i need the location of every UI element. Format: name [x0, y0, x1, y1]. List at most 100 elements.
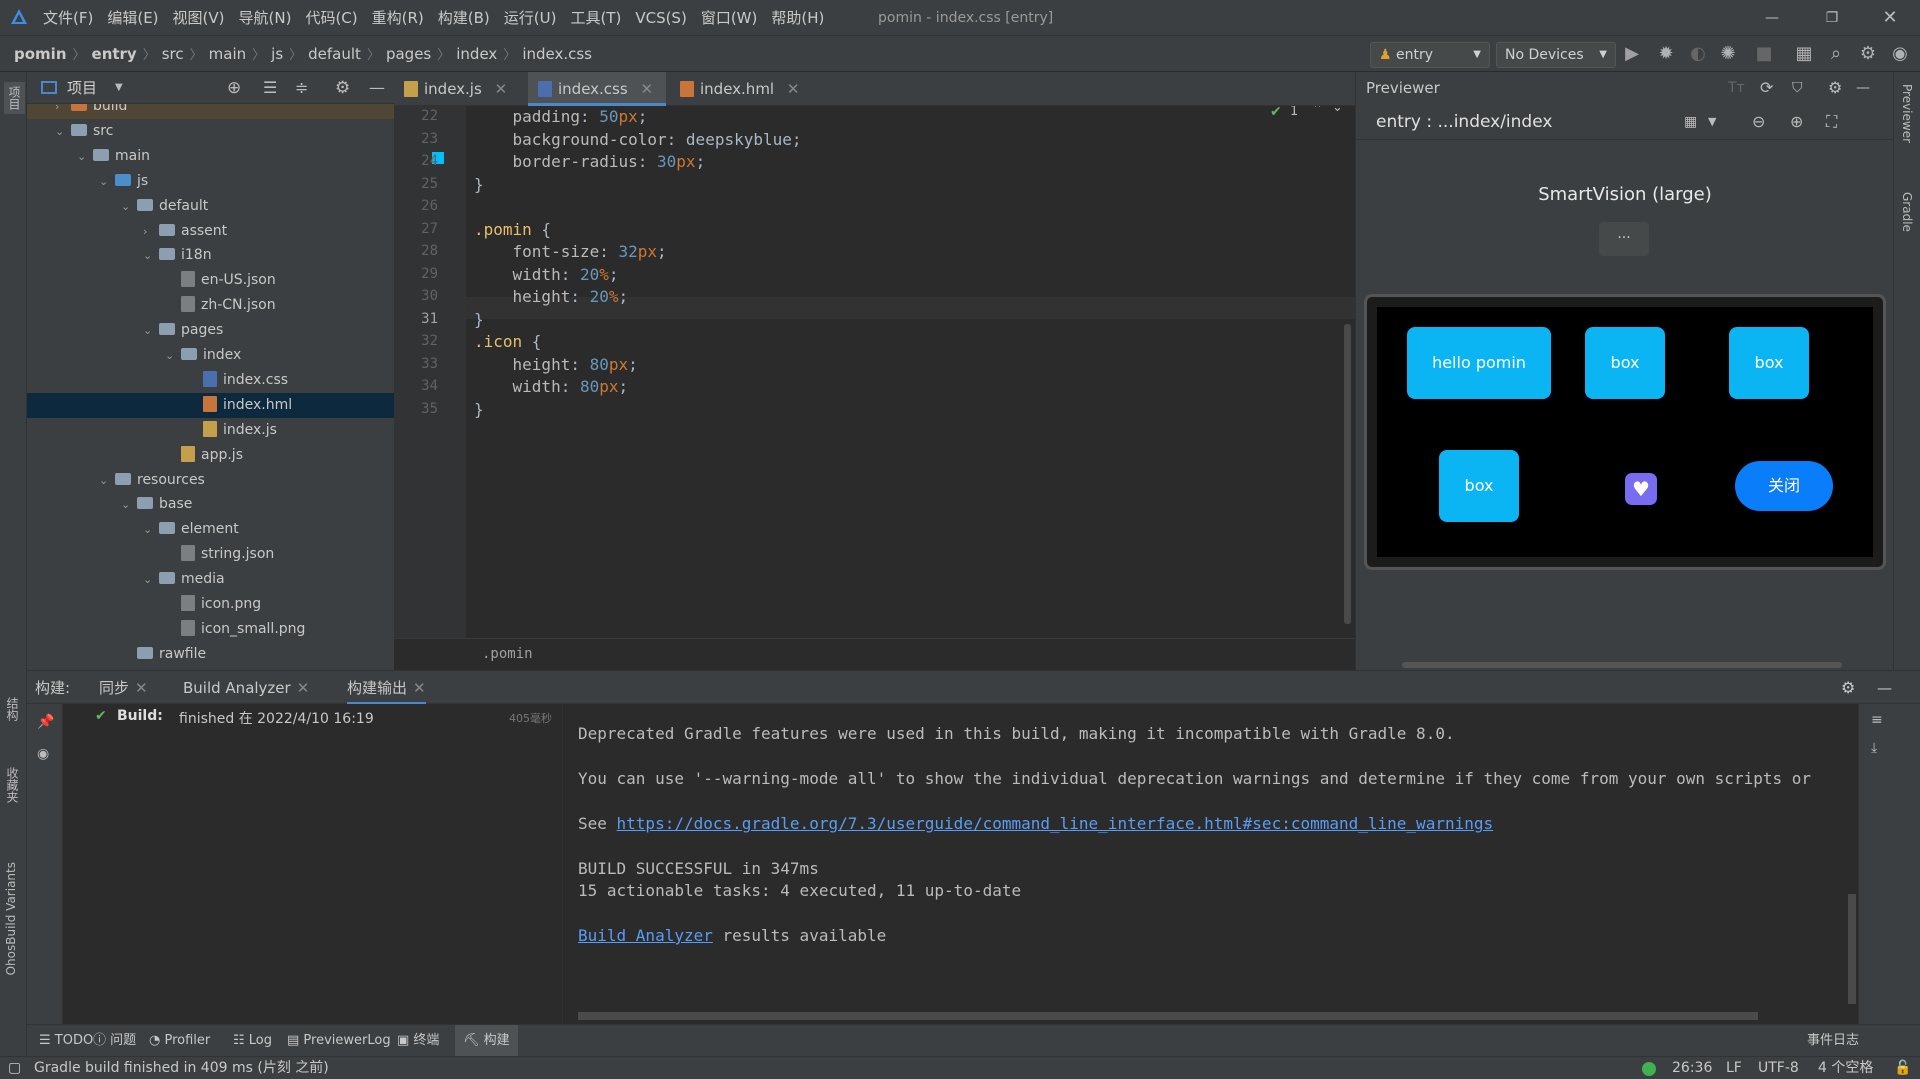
breadcrumb-item[interactable]: js [271, 36, 283, 72]
tree-item[interactable]: › build [27, 104, 394, 119]
breadcrumb-item[interactable]: main [209, 36, 246, 72]
code-breadcrumb-item[interactable]: .pomin [482, 639, 533, 669]
expand-all-icon[interactable]: ☰ [263, 72, 277, 104]
gear-icon[interactable]: ⚙ [335, 72, 350, 104]
menu-item[interactable]: 构建(B) [431, 0, 497, 36]
tree-item[interactable]: ⌄ element [27, 517, 394, 542]
eye-icon[interactable]: ◉ [37, 746, 49, 762]
close-tab-icon[interactable]: ✕ [640, 80, 653, 98]
tool-window-log[interactable]: ☷ Log [233, 1025, 272, 1057]
zoom-in-icon[interactable]: ⊕ [1790, 104, 1803, 140]
tool-window-problems[interactable]: ⓘ 问题 [93, 1025, 136, 1057]
next-issue-icon[interactable]: ⌄ [1332, 106, 1343, 115]
breadcrumb-item[interactable]: entry [92, 36, 137, 72]
refresh-icon[interactable]: ⟳ [1760, 72, 1773, 104]
previous-issue-icon[interactable]: ⌃ [1312, 106, 1323, 117]
pin-icon[interactable]: 📌 [37, 714, 54, 730]
event-log-button[interactable]: 事件日志 [1807, 1025, 1859, 1057]
menu-item[interactable]: 代码(C) [298, 0, 364, 36]
zoom-out-icon[interactable]: ⊖ [1752, 104, 1765, 140]
account-icon[interactable]: ◉ [1888, 42, 1912, 66]
tree-item[interactable]: en-US.json [27, 268, 394, 293]
tree-item[interactable]: ⌄ js [27, 169, 394, 194]
restore-button[interactable]: ❐ [1820, 0, 1844, 36]
lock-icon[interactable]: 🔓 [1894, 1057, 1911, 1079]
build-variants-stripe-tab[interactable]: OhosBuild Variants [4, 862, 18, 975]
tree-item[interactable]: ⌄ src [27, 119, 394, 144]
tool-window-todo[interactable]: ☰ TODO [39, 1025, 93, 1057]
tree-item[interactable]: index.css [27, 368, 394, 393]
text-size-icon[interactable]: Tт [1728, 72, 1745, 104]
tree-item[interactable]: ⌄ pages [27, 318, 394, 343]
preview-box-1[interactable]: box [1585, 327, 1665, 399]
line-separator[interactable]: LF [1726, 1057, 1742, 1079]
menu-item[interactable]: 视图(V) [166, 0, 232, 36]
close-tab-icon[interactable]: ✕ [135, 679, 148, 697]
soft-wrap-icon[interactable]: ≡ [1871, 712, 1883, 728]
expand-arrow-icon[interactable]: ⌄ [77, 144, 93, 169]
indent-setting[interactable]: 4 个空格 [1818, 1057, 1873, 1079]
expand-arrow-icon[interactable]: › [143, 219, 159, 244]
tree-item[interactable]: rawfile [27, 642, 394, 667]
expand-arrow-icon[interactable]: › [55, 104, 71, 119]
gear-icon[interactable]: ⚙ [1828, 72, 1842, 104]
tree-item[interactable]: ⌄ i18n [27, 243, 394, 268]
attach-debugger-icon[interactable]: ✺ [1716, 42, 1740, 66]
gradle-stripe-tab[interactable]: Gradle [1900, 192, 1914, 232]
tree-item[interactable]: app.js [27, 443, 394, 468]
tree-item[interactable]: index.hml [27, 392, 394, 418]
profile-icon[interactable]: ◐ [1686, 42, 1710, 66]
tree-item[interactable]: ⌄ media [27, 567, 394, 592]
console-link[interactable]: https://docs.gradle.org/7.3/userguide/co… [617, 814, 1494, 833]
menu-item[interactable]: 编辑(E) [100, 0, 165, 36]
console-scrollbar[interactable] [1848, 894, 1856, 1004]
favorites-stripe-tab[interactable]: 收藏夹 [4, 767, 21, 803]
console-hscrollbar[interactable] [578, 1012, 1758, 1020]
file-encoding[interactable]: UTF-8 [1758, 1057, 1799, 1079]
tab-index-css[interactable]: index.css ✕ [528, 72, 666, 106]
gear-icon[interactable]: ⚙ [1841, 671, 1855, 705]
run-icon[interactable]: ▶ [1620, 42, 1644, 66]
close-window-button[interactable]: ✕ [1878, 0, 1902, 36]
close-tab-icon[interactable]: ✕ [413, 679, 426, 697]
settings-gear-icon[interactable]: ⚙ [1856, 42, 1880, 66]
tree-item[interactable]: ⌄ main [27, 144, 394, 169]
tool-window-terminal[interactable]: ▣ 终端 [397, 1025, 439, 1057]
menu-item[interactable]: 工具(T) [563, 0, 628, 36]
tab-sync[interactable]: 同步 ✕ [99, 671, 148, 705]
project-view-selector[interactable]: 项目 [67, 72, 97, 104]
code-editor[interactable]: ✔ 1 ⌃ ⌄ padding: 50px; background-color:… [466, 106, 1355, 638]
tool-window-profiler[interactable]: ◔ Profiler [149, 1025, 210, 1057]
close-button[interactable]: 关闭 [1735, 461, 1833, 511]
expand-arrow-icon[interactable]: ⌄ [55, 119, 71, 144]
menu-item[interactable]: 窗口(W) [694, 0, 765, 36]
breadcrumb-item[interactable]: index [456, 36, 497, 72]
tree-item[interactable]: icon_small.png [27, 617, 394, 642]
tree-item[interactable]: zh-CN.json [27, 293, 394, 318]
stop-icon[interactable]: ■ [1752, 42, 1776, 66]
caret-position[interactable]: 26:36 [1672, 1057, 1712, 1079]
menu-item[interactable]: 重构(R) [365, 0, 431, 36]
menu-item[interactable]: 运行(U) [497, 0, 564, 36]
tab-index-hml[interactable]: index.hml ✕ [670, 72, 810, 106]
minimize-button[interactable]: — [1760, 0, 1784, 36]
tab-build-output[interactable]: 构建输出 ✕ [347, 671, 426, 705]
fit-screen-icon[interactable]: ⛶ [1826, 104, 1837, 140]
expand-arrow-icon[interactable]: ⌄ [143, 318, 159, 343]
expand-arrow-icon[interactable]: ⌄ [99, 468, 115, 493]
expand-arrow-icon[interactable]: ⌄ [143, 517, 159, 542]
tree-item[interactable]: icon.png [27, 592, 394, 617]
preview-box-2[interactable]: box [1729, 327, 1809, 399]
device-selector[interactable]: No Devices ▼ [1496, 42, 1616, 68]
tab-index-js[interactable]: index.js ✕ [394, 72, 524, 106]
collapse-all-icon[interactable]: ≑ [295, 72, 308, 104]
menu-item[interactable]: 文件(F) [36, 0, 100, 36]
expand-arrow-icon[interactable]: ⌄ [121, 492, 137, 517]
scroll-to-end-icon[interactable]: ⤓ [1871, 740, 1877, 756]
tree-item[interactable]: ⌄ index [27, 343, 394, 368]
layout-grid-icon[interactable]: ▦ [1684, 104, 1697, 140]
tree-item[interactable]: ⌄ resources [27, 468, 394, 493]
menu-item[interactable]: 导航(N) [232, 0, 299, 36]
preview-box-3[interactable]: box [1439, 450, 1519, 522]
menu-item[interactable]: VCS(S) [628, 0, 693, 36]
